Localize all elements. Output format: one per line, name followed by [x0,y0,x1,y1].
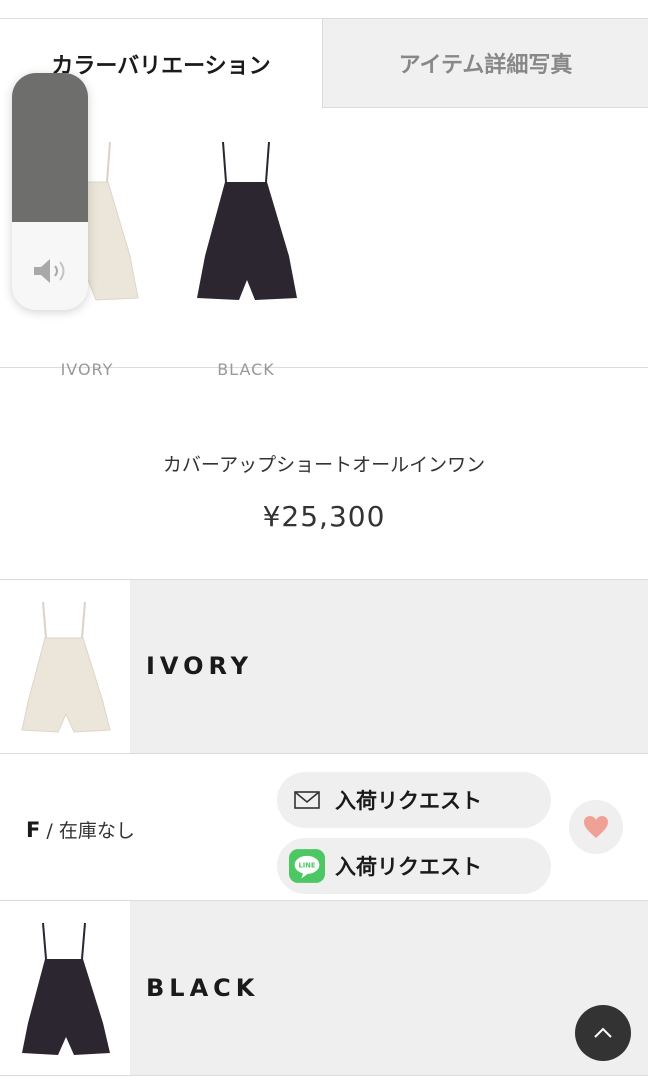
size-stock-row: F / 在庫なし 入荷リクエスト LINE 入荷リクエスト [0,754,648,901]
black-product-image [197,141,297,300]
mail-request-label: 入荷リクエスト [335,789,482,813]
black-thumbnail [0,901,130,1075]
color-variation-panel: IVORY BLACK [0,108,648,379]
line-request-label: 入荷リクエスト [335,855,482,879]
speaker-icon [34,259,65,283]
volume-hud[interactable] [12,73,88,310]
ivory-thumbnail-image [21,601,111,733]
product-name: カバーアップショートオールインワン [162,454,486,476]
product-info: カバーアップショートオールインワン ¥25,300 [0,368,648,580]
color-name: IVORY [146,652,254,680]
ivory-thumbnail [0,580,130,753]
color-name: BLACK [146,974,260,1002]
volume-level-fill [12,73,88,222]
heart-icon [584,816,608,838]
tab-item-photos[interactable]: アイテム詳細写真 [322,19,648,108]
product-price: ¥25,300 [262,500,386,533]
chevron-up-icon [594,1027,612,1038]
tab-bar: カラーバリエーション アイテム詳細写真 [0,18,648,109]
black-thumbnail-image [22,922,110,1055]
size-label: F [26,818,41,842]
color-row-black: BLACK [0,901,648,1076]
stock-status: 在庫なし [58,820,135,842]
line-restock-request-button[interactable]: LINE 入荷リクエスト [277,838,551,894]
line-icon: LINE [289,849,325,883]
mail-restock-request-button[interactable]: 入荷リクエスト [277,772,551,828]
color-row-ivory: IVORY [0,580,648,754]
separator: / [46,820,53,842]
size-stock-text: F / 在庫なし [26,816,135,843]
mail-icon [294,791,320,809]
favorite-button[interactable] [569,800,623,854]
line-badge-text: LINE [298,862,315,870]
back-to-top-button[interactable] [575,1005,631,1061]
